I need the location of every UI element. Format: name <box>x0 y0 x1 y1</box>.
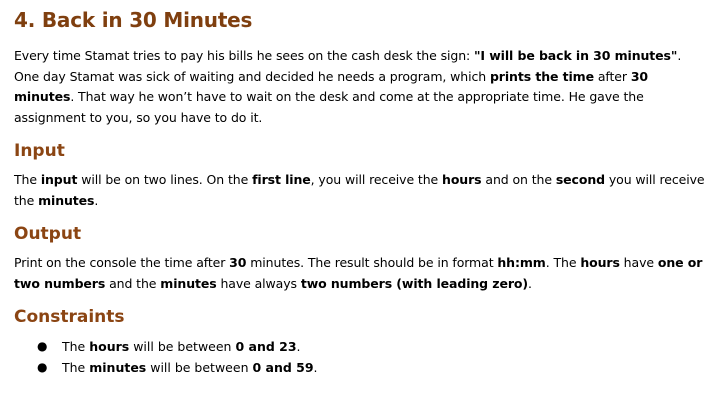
constraint-text-3: . <box>296 339 301 354</box>
input-bold-first-line: first line <box>252 172 311 187</box>
constraint-text-1: The <box>62 339 90 354</box>
intro-prints-time: prints the time <box>489 68 594 84</box>
output-text-4: have <box>619 255 658 270</box>
input-bold-second: second <box>555 172 605 187</box>
output-paragraph: Print on the console the time after 30 m… <box>14 253 709 294</box>
intro-paragraph: Every time Stamat tries to pay his bills… <box>14 46 709 128</box>
input-text-4: and on the <box>481 172 556 187</box>
constraint-text-1: The <box>62 360 90 375</box>
constraint-text-2: will be between <box>146 360 253 375</box>
intro-text-4: . That way he won’t have to wait on the … <box>14 89 644 125</box>
output-text-6: have always <box>216 275 301 291</box>
output-text-2: minutes. The result should be in format <box>246 255 498 270</box>
constraint-text-2: will be between <box>129 339 236 354</box>
bullet-icon: ● <box>37 360 48 374</box>
input-text-2: will be on two lines. On the <box>77 172 253 187</box>
output-text-3: . The <box>545 255 581 270</box>
output-text-1: Print on the console the time after <box>14 255 230 270</box>
input-text-6: . <box>94 192 99 208</box>
input-bold-input: input <box>40 172 78 187</box>
intro-text-3: after <box>593 68 631 84</box>
input-text-1: The <box>14 172 41 187</box>
constraints-heading: Constraints <box>14 307 125 327</box>
output-bold-format: hh:mm <box>497 255 546 270</box>
input-paragraph: The input will be on two lines. On the f… <box>14 170 709 211</box>
intro-sign-text: "I will be back in 30 minutes" <box>474 48 678 63</box>
input-bold-hours: hours <box>442 172 482 187</box>
output-text-5: and the <box>105 275 161 291</box>
constraint-range: 0 and 59 <box>252 360 314 375</box>
constraint-range: 0 and 23 <box>235 339 297 354</box>
constraint-bold-1: minutes <box>89 360 147 375</box>
input-bold-minutes: minutes <box>38 192 95 208</box>
list-item: ● The hours will be between 0 and 23. <box>14 336 709 357</box>
output-bold-minutes: minutes <box>160 275 217 291</box>
bullet-icon: ● <box>37 339 48 353</box>
problem-title: 4. Back in 30 Minutes <box>14 8 253 32</box>
constraint-bold-1: hours <box>89 339 130 354</box>
output-heading: Output <box>14 224 82 244</box>
constraint-text-3: . <box>313 360 318 375</box>
output-text-7: . <box>528 275 532 291</box>
constraints-list: ● The hours will be between 0 and 23. ● Th… <box>14 336 709 378</box>
list-item: ● The minutes will be between 0 and 59. <box>14 357 709 378</box>
output-bold-30: 30 <box>229 255 247 270</box>
output-bold-hours: hours <box>580 255 620 270</box>
output-bold-two-numbers: two numbers (with leading zero) <box>300 275 528 291</box>
intro-text-1: Every time Stamat tries to pay his bills… <box>14 48 475 63</box>
input-heading: Input <box>14 141 65 161</box>
input-text-3: , you will receive the <box>310 172 443 187</box>
document-page: 4. Back in 30 Minutes Every time Stamat … <box>0 0 723 408</box>
